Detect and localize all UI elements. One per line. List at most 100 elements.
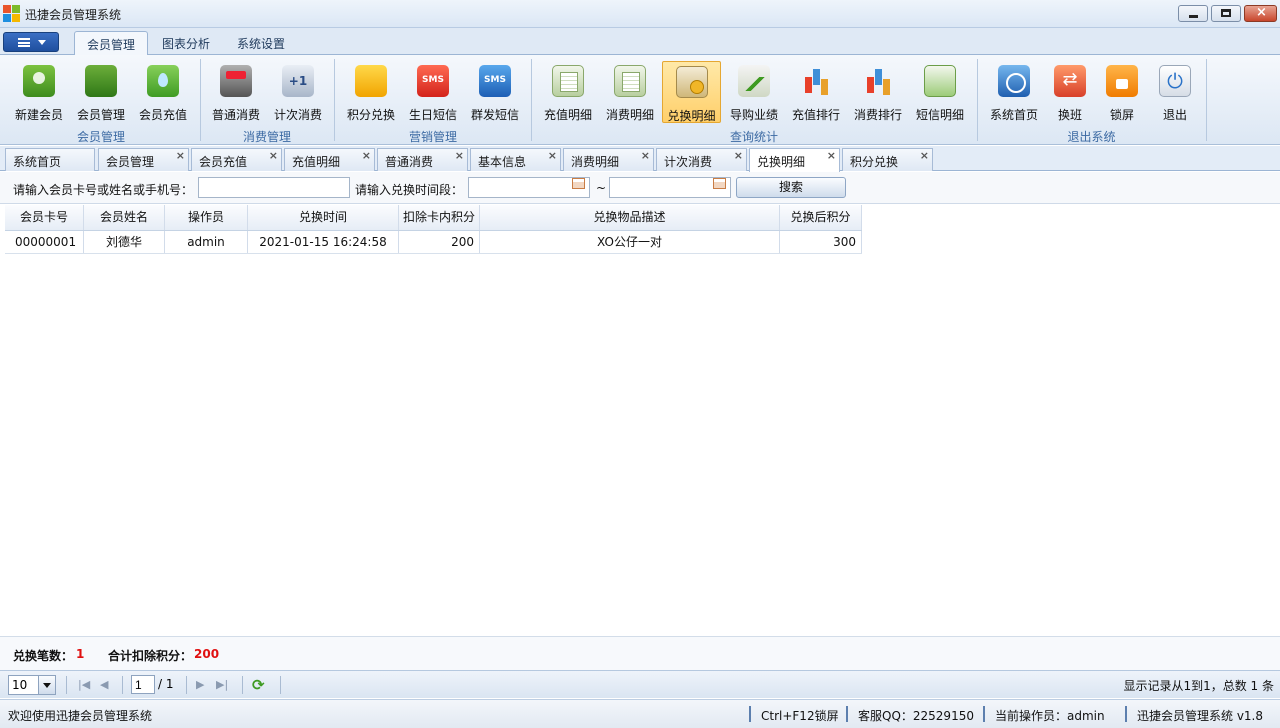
- ribbon-tab-settings[interactable]: 系统设置: [225, 31, 297, 55]
- group-label-exit: 退出系统: [1067, 130, 1116, 144]
- minimize-icon: [1189, 15, 1198, 18]
- close-tab-icon[interactable]: ×: [734, 149, 743, 162]
- exit-button[interactable]: 退出: [1150, 61, 1200, 123]
- page-size-select[interactable]: 10: [8, 675, 56, 695]
- points-label: 合计扣除积分：: [108, 649, 193, 663]
- first-page-icon[interactable]: |◀: [78, 678, 90, 691]
- recharge-detail-button[interactable]: 充值明细: [537, 61, 599, 123]
- ribbon-tab-chart[interactable]: 图表分析: [150, 31, 222, 55]
- recharge-rank-button[interactable]: 充值排行: [785, 61, 847, 123]
- swap-icon: [1054, 65, 1086, 97]
- status-divider: [1125, 706, 1127, 722]
- sheet-icon: [614, 65, 646, 97]
- sms-detail-button[interactable]: 短信明细: [909, 61, 971, 123]
- exchange-detail-table: 会员卡号 会员姓名 操作员 兑换时间 扣除卡内积分 兑换物品描述 兑换后积分 0…: [5, 205, 862, 254]
- doc-tab-points-exchange[interactable]: 积分兑换 ×: [842, 148, 933, 171]
- refresh-icon[interactable]: ⟳: [252, 676, 265, 694]
- prev-page-icon[interactable]: ◀: [100, 678, 108, 691]
- doc-tab-member-manage[interactable]: 会员管理 ×: [98, 148, 189, 171]
- cell-member-name: 刘德华: [84, 231, 165, 253]
- column-header[interactable]: 扣除卡内积分: [399, 205, 480, 230]
- close-tab-icon[interactable]: ×: [641, 149, 650, 162]
- member-manage-icon: [85, 65, 117, 97]
- group-divider: [1206, 59, 1207, 141]
- close-tab-icon[interactable]: ×: [455, 149, 464, 162]
- document-tab-bar: 系统首页 会员管理 × 会员充值 × 充值明细 × 普通消费 × 基本信息 × …: [0, 146, 1280, 172]
- new-member-icon: [23, 65, 55, 97]
- member-manage-button[interactable]: 会员管理: [70, 61, 132, 123]
- cell-deducted-points: 200: [399, 231, 480, 253]
- app-menu-button[interactable]: [3, 32, 59, 52]
- search-button[interactable]: 搜索: [736, 177, 846, 198]
- pager-divider: [242, 676, 243, 694]
- current-operator: 当前操作员：admin: [995, 709, 1105, 723]
- mass-sms-button[interactable]: 群发短信: [464, 61, 526, 123]
- minimize-button[interactable]: [1178, 5, 1208, 22]
- member-search-input[interactable]: [198, 177, 350, 198]
- status-bar: 欢迎使用迅捷会员管理系统 Ctrl+F12锁屏 客服QQ：22529150 当前…: [0, 699, 1280, 728]
- points-icon: [355, 65, 387, 97]
- lock-screen-button[interactable]: 锁屏: [1097, 61, 1147, 123]
- doc-tab-basic-info[interactable]: 基本信息 ×: [470, 148, 561, 171]
- time-range-label: 请输入兑换时间段：: [355, 183, 464, 197]
- column-header[interactable]: 操作员: [165, 205, 248, 230]
- close-tab-icon[interactable]: ×: [548, 149, 557, 162]
- shift-button[interactable]: 换班: [1045, 61, 1095, 123]
- count-consume-button[interactable]: 计次消费: [267, 61, 329, 123]
- column-header[interactable]: 会员卡号: [5, 205, 84, 230]
- column-header[interactable]: 兑换时间: [248, 205, 399, 230]
- doc-tab-consume-detail[interactable]: 消费明细 ×: [563, 148, 654, 171]
- doc-tab-recharge-detail[interactable]: 充值明细 ×: [284, 148, 375, 171]
- support-qq: 客服QQ：22529150: [858, 709, 974, 723]
- exchange-detail-button[interactable]: 兑换明细: [662, 61, 721, 123]
- column-header[interactable]: 会员姓名: [84, 205, 165, 230]
- doc-tab-count-consume[interactable]: 计次消费 ×: [656, 148, 747, 171]
- close-button[interactable]: ×: [1244, 5, 1277, 22]
- consume-rank-button[interactable]: 消费排行: [847, 61, 909, 123]
- group-divider: [334, 59, 335, 141]
- group-divider: [977, 59, 978, 141]
- home-button[interactable]: 系统首页: [983, 61, 1045, 123]
- maximize-button[interactable]: [1211, 5, 1241, 22]
- sms-blue-icon: [479, 65, 511, 97]
- close-tab-icon[interactable]: ×: [827, 149, 836, 162]
- next-page-icon[interactable]: ▶: [196, 678, 204, 691]
- new-member-button[interactable]: 新建会员: [8, 61, 70, 123]
- sms-red-icon: [417, 65, 449, 97]
- ribbon-tab-member[interactable]: 会员管理: [74, 31, 149, 56]
- table-row[interactable]: 00000001 刘德华 admin 2021-01-15 16:24:58 2…: [5, 231, 862, 254]
- count-value: 1: [76, 647, 85, 661]
- record-info: 显示记录从1到1，总数 1 条: [1123, 679, 1274, 693]
- trend-up-icon: [738, 65, 770, 97]
- cell-card-no: 00000001: [5, 231, 84, 253]
- close-tab-icon[interactable]: ×: [269, 149, 278, 162]
- member-recharge-button[interactable]: 会员充值: [132, 61, 194, 123]
- birthday-sms-button[interactable]: 生日短信: [402, 61, 464, 123]
- doc-tab-member-recharge[interactable]: 会员充值 ×: [191, 148, 282, 171]
- page-number-input[interactable]: [131, 675, 155, 694]
- calendar-icon[interactable]: [713, 178, 726, 189]
- cell-exchange-time: 2021-01-15 16:24:58: [248, 231, 399, 253]
- consume-detail-button[interactable]: 消费明细: [599, 61, 661, 123]
- normal-consume-button[interactable]: 普通消费: [205, 61, 267, 123]
- points-exchange-button[interactable]: 积分兑换: [340, 61, 402, 123]
- doc-tab-home[interactable]: 系统首页: [5, 148, 95, 171]
- window-title: 迅捷会员管理系统: [25, 8, 122, 22]
- close-tab-icon[interactable]: ×: [176, 149, 185, 162]
- column-header[interactable]: 兑换后积分: [780, 205, 862, 230]
- power-icon: [1159, 65, 1191, 97]
- close-tab-icon[interactable]: ×: [362, 149, 371, 162]
- welcome-text: 欢迎使用迅捷会员管理系统: [8, 709, 153, 723]
- close-tab-icon[interactable]: ×: [920, 149, 929, 162]
- range-separator: ~: [596, 181, 607, 195]
- doc-tab-exchange-detail[interactable]: 兑换明细 ×: [749, 148, 840, 172]
- guide-performance-button[interactable]: 导购业绩: [723, 61, 785, 123]
- column-header[interactable]: 兑换物品描述: [480, 205, 780, 230]
- doc-tab-normal-consume[interactable]: 普通消费 ×: [377, 148, 468, 171]
- calendar-icon[interactable]: [572, 178, 585, 189]
- points-value: 200: [194, 647, 220, 661]
- pager-bar: 10 |◀ ◀ / 1 ▶ ▶| ⟳ 显示记录从1到1，总数 1 条: [0, 670, 1280, 698]
- total-pages: / 1: [158, 677, 174, 691]
- exchange-coins-icon: [675, 66, 708, 98]
- last-page-icon[interactable]: ▶|: [216, 678, 228, 691]
